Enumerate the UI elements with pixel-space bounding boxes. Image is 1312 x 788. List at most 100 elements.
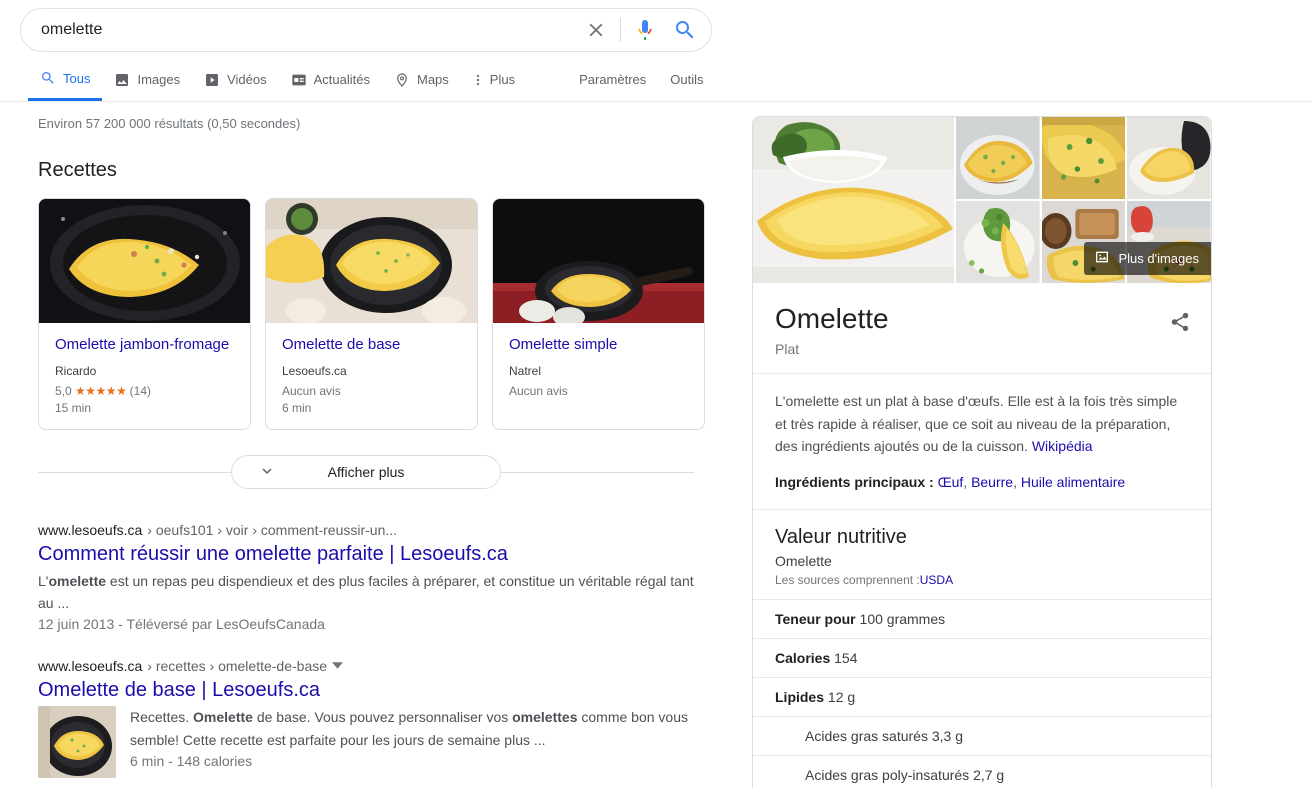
search-icon	[40, 70, 56, 86]
recipe-image	[493, 199, 704, 323]
tools-link[interactable]: Outils	[658, 58, 715, 101]
more-images-button[interactable]: Plus d'images	[1084, 242, 1211, 275]
ingredient-link[interactable]: Œuf	[938, 474, 964, 490]
result-breadcrumb: › recettes › omelette-de-base	[147, 658, 328, 675]
recipe-title[interactable]: Omelette jambon-fromage	[55, 335, 236, 354]
nutrition-label: Acides gras poly-insaturés	[805, 767, 970, 784]
nutrition-value: 2,7 g	[973, 767, 1005, 784]
snippet-part: est un repas peu dispendieux et des plus…	[38, 573, 694, 612]
panel-description: L'omelette est un plat à base d'œufs. El…	[775, 390, 1189, 458]
share-icon[interactable]	[1169, 311, 1191, 338]
nutrition-label: Calories	[775, 650, 831, 667]
nutrition-value: 154	[834, 650, 858, 667]
search-box[interactable]	[20, 8, 712, 52]
main-results-column: Environ 57 200 000 résultats (0,50 secon…	[0, 116, 712, 788]
more-images-label: Plus d'images	[1118, 251, 1199, 266]
recipe-card[interactable]: Omelette simple Natrel Aucun avis	[492, 198, 705, 431]
recipe-title[interactable]: Omelette simple	[509, 335, 690, 354]
result-meta: 12 juin 2013 - Téléversé par LesOeufsCan…	[38, 616, 325, 633]
snippet-part: L'	[38, 573, 49, 590]
knowledge-panel-column: Plus d'images Omelette Plat L'omelette e…	[712, 116, 1312, 788]
recipe-source: Lesoeufs.ca	[282, 364, 347, 379]
ingredient-link[interactable]: Beurre	[971, 474, 1013, 490]
recipes-heading: Recettes	[38, 159, 117, 181]
page-title: Omelette	[775, 303, 889, 334]
nutrition-row: Acides gras saturés 3,3 g	[753, 716, 1211, 755]
search-input[interactable]	[21, 21, 576, 39]
rating-value: 5,0	[55, 384, 72, 399]
gallery-thumb[interactable]	[956, 117, 1040, 199]
tab-plus[interactable]: Plus	[461, 58, 527, 101]
result-url[interactable]: www.lesoeufs.ca › oeufs101 › voir › comm…	[38, 522, 698, 538]
recipe-card[interactable]: Omelette de base Lesoeufs.ca Aucun avis …	[265, 198, 478, 431]
show-more-button[interactable]: Afficher plus	[231, 455, 501, 490]
nutrition-source: Les sources comprennent :USDA	[775, 573, 1189, 587]
search-icon[interactable]	[665, 8, 711, 52]
gallery-hero-image[interactable]	[753, 117, 955, 283]
gallery-thumb[interactable]	[956, 201, 1040, 283]
image-icon	[114, 72, 130, 88]
result-url[interactable]: www.lesoeufs.ca › recettes › omelette-de…	[38, 658, 698, 674]
result-snippet: L'omelette est un repas peu dispendieux …	[38, 570, 698, 614]
tab-label: Actualités	[313, 72, 370, 87]
recipe-card[interactable]: Omelette jambon-fromage Ricardo 5,0 ★★★★…	[38, 198, 251, 431]
recipe-source: Ricardo	[55, 364, 97, 379]
rating-count: Aucun avis	[282, 384, 341, 399]
snippet-highlight: Omelette	[193, 709, 253, 726]
gallery-thumb[interactable]	[1041, 117, 1126, 199]
tab-actualites[interactable]: Actualités	[279, 58, 382, 101]
search-divider	[620, 18, 621, 42]
separator: ,	[963, 474, 972, 491]
tab-label: Maps	[417, 72, 449, 87]
chevron-down-icon[interactable]	[332, 658, 344, 674]
description-text: L'omelette est un plat à base d'œufs. El…	[775, 393, 1178, 455]
ingredients-row: Ingrédients principaux : Œuf, Beurre, Hu…	[775, 472, 1189, 493]
result-title[interactable]: Comment réussir une omelette parfaite | …	[38, 541, 698, 567]
microphone-icon[interactable]	[625, 8, 665, 52]
nutrition-value: 3,3 g	[931, 728, 963, 745]
nutrition-value: 12 g	[827, 689, 856, 706]
result-title[interactable]: Omelette de base | Lesoeufs.ca	[38, 677, 698, 703]
ingredient-link[interactable]: Huile alimentaire	[1021, 474, 1125, 490]
result-meta: 6 min - 148 calories	[130, 752, 253, 769]
recipe-rating: Aucun avis	[509, 384, 690, 398]
news-icon	[291, 72, 307, 88]
settings-link[interactable]: Paramètres	[567, 58, 658, 101]
nutrition-label: Teneur pour	[775, 611, 856, 628]
tab-label: Plus	[489, 72, 516, 87]
tab-label: Tous	[63, 70, 91, 86]
nutrition-label: Acides gras saturés	[805, 728, 928, 745]
nutrition-subject: Omelette	[775, 553, 832, 570]
show-more-section: Afficher plus	[38, 455, 694, 490]
snippet-part: Recettes.	[130, 709, 194, 726]
gallery-thumb[interactable]	[1127, 117, 1211, 199]
source-link[interactable]: USDA	[920, 573, 953, 587]
recipe-source: Natrel	[509, 364, 542, 379]
tab-tous[interactable]: Tous	[28, 58, 103, 101]
wikipedia-link[interactable]: Wikipédia	[1032, 438, 1093, 454]
ingredients-label: Ingrédients principaux :	[775, 474, 934, 491]
nutrition-label: Lipides	[775, 689, 825, 706]
location-pin-icon	[394, 72, 410, 88]
tab-videos[interactable]: Vidéos	[192, 58, 279, 101]
result-thumbnail[interactable]	[38, 706, 116, 779]
close-icon[interactable]	[576, 8, 616, 52]
knowledge-panel-description-section: L'omelette est un plat à base d'œufs. El…	[753, 374, 1211, 511]
rating-count: (14)	[129, 384, 152, 399]
image-icon	[1094, 249, 1110, 268]
tab-maps[interactable]: Maps	[382, 58, 461, 101]
nutrition-title: Valeur nutritive	[775, 526, 907, 549]
recipe-time: 6 min	[282, 401, 312, 416]
nutrition-row: Acides gras poly-insaturés 2,7 g	[753, 755, 1211, 788]
recipe-title[interactable]: Omelette de base	[282, 335, 463, 354]
tab-images[interactable]: Images	[102, 58, 192, 101]
more-vertical-icon	[473, 72, 483, 88]
nutrition-value: 100 grammes	[859, 611, 946, 628]
knowledge-panel-header: Omelette Plat	[753, 283, 1211, 374]
chevron-down-icon	[258, 462, 276, 483]
recipe-rating: 5,0 ★★★★★ (14)	[55, 384, 236, 398]
video-icon	[204, 72, 220, 88]
rating-stars: ★★★★★	[75, 384, 127, 399]
recipe-time: 15 min	[55, 401, 92, 416]
recipe-carousel: Omelette jambon-fromage Ricardo 5,0 ★★★★…	[38, 198, 712, 431]
